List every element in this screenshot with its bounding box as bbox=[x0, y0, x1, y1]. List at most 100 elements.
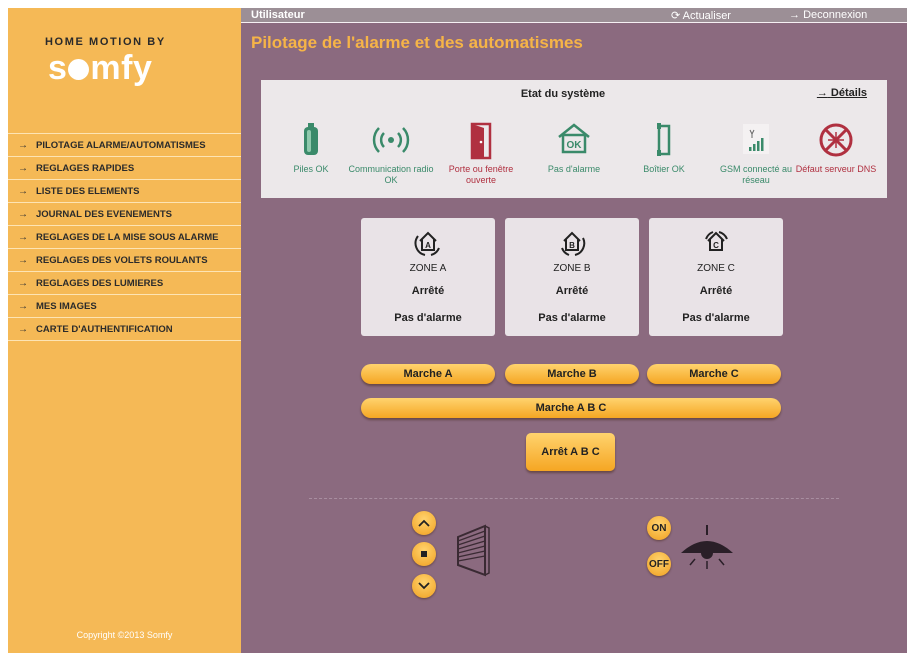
sidebar-item-mise-sous-alarme[interactable]: → REGLAGES DE LA MISE SOUS ALARME bbox=[8, 226, 241, 249]
sidebar-item-label: REGLAGES RAPIDES bbox=[36, 162, 135, 174]
arret-abc-button[interactable]: Arrêt A B C bbox=[526, 433, 615, 471]
zone-name: ZONE A bbox=[409, 263, 447, 274]
details-link[interactable]: → Détails bbox=[817, 87, 867, 99]
rolling-shutter-icon bbox=[457, 524, 490, 577]
arrow-right-icon: → bbox=[18, 277, 28, 289]
somfy-logo: s mfy bbox=[48, 48, 152, 88]
marche-c-button[interactable]: Marche C bbox=[647, 364, 781, 384]
status-label: Communication radio OK bbox=[348, 164, 434, 185]
server-error-icon bbox=[819, 123, 853, 157]
brand-tagline: HOME MOTION BY bbox=[45, 36, 166, 48]
zone-b-icon: B bbox=[561, 231, 586, 256]
sidebar-item-lumieres[interactable]: → REGLAGES DES LUMIERES bbox=[8, 272, 241, 295]
sidebar-item-reglages-rapides[interactable]: → REGLAGES RAPIDES bbox=[8, 157, 241, 180]
zone-alarm-status: Pas d'alarme bbox=[538, 312, 606, 324]
logo-o-icon bbox=[68, 59, 90, 80]
details-label: Détails bbox=[830, 87, 867, 99]
page-title: Pilotage de l'alarme et des automatismes bbox=[251, 33, 583, 52]
sidebar: HOME MOTION BY s mfy → PILOTAGE ALARME/AUT… bbox=[8, 8, 241, 653]
battery-icon bbox=[304, 123, 318, 155]
sidebar-item-label: JOURNAL DES EVENEMENTS bbox=[36, 208, 173, 220]
arrow-right-icon: → bbox=[816, 87, 828, 99]
arrow-right-icon: → bbox=[18, 185, 28, 197]
radio-waves-icon bbox=[372, 127, 410, 153]
zone-name: ZONE B bbox=[553, 263, 591, 274]
sidebar-menu: → PILOTAGE ALARME/AUTOMATISMES → REGLAGES … bbox=[8, 133, 241, 341]
status-label: Porte ou fenêtre ouverte bbox=[448, 164, 514, 185]
zone-card-b: B ZONE B Arrêté Pas d'alarme bbox=[505, 218, 639, 336]
sidebar-item-liste-elements[interactable]: → LISTE DES ELEMENTS bbox=[8, 180, 241, 203]
sidebar-item-carte[interactable]: → CARTE D'AUTHENTIFICATION bbox=[8, 318, 241, 341]
house-ok-icon: OK bbox=[558, 123, 590, 154]
status-item-radio: Communication radio OK bbox=[346, 122, 436, 186]
status-item-door: Porte ou fenêtre ouverte bbox=[436, 122, 526, 186]
marche-b-button[interactable]: Marche B bbox=[505, 364, 639, 384]
zone-card-a: A ZONE A Arrêté Pas d'alarme bbox=[361, 218, 495, 336]
status-item-battery: Piles OK bbox=[266, 122, 356, 175]
zone-state: Arrêté bbox=[555, 285, 589, 297]
zone-alarm-status: Pas d'alarme bbox=[682, 312, 750, 324]
chevron-down-icon bbox=[418, 582, 430, 590]
svg-text:OK: OK bbox=[567, 140, 583, 151]
refresh-link[interactable]: ⟳ Actualiser bbox=[671, 9, 731, 22]
status-title: Etat du système bbox=[520, 88, 606, 100]
top-bar: Utilisateur ⟳ Actualiser → Deconnexion bbox=[241, 8, 907, 23]
zone-alarm-status: Pas d'alarme bbox=[394, 312, 462, 324]
arrow-right-icon: → bbox=[18, 208, 28, 220]
sidebar-item-label: REGLAGES DES LUMIERES bbox=[36, 277, 164, 289]
marche-a-button[interactable]: Marche A bbox=[361, 364, 495, 384]
zone-state: Arrêté bbox=[699, 285, 733, 297]
status-label: GSM connecté au réseau bbox=[719, 164, 793, 185]
arrow-right-icon: → bbox=[789, 9, 800, 21]
status-label: Défaut serveur DNS bbox=[795, 164, 877, 174]
shutter-down-button[interactable] bbox=[412, 574, 436, 598]
chevron-up-icon bbox=[418, 519, 430, 527]
status-item-gsm: GSM connecté au réseau bbox=[711, 122, 801, 186]
box-icon bbox=[657, 123, 671, 156]
ceiling-lamp-icon bbox=[681, 525, 733, 569]
system-status-panel: Etat du système → Détails Piles OK Commu… bbox=[261, 80, 887, 198]
shutter-up-button[interactable] bbox=[412, 511, 436, 535]
sidebar-item-label: LISTE DES ELEMENTS bbox=[36, 185, 140, 197]
zone-name: ZONE C bbox=[697, 263, 735, 274]
refresh-icon: ⟳ bbox=[671, 10, 681, 22]
status-item-dns: Défaut serveur DNS bbox=[791, 122, 881, 175]
open-door-icon bbox=[470, 122, 492, 160]
sidebar-item-label: CARTE D'AUTHENTIFICATION bbox=[36, 323, 173, 335]
light-on-button[interactable]: ON bbox=[647, 516, 671, 540]
marche-abc-button[interactable]: Marche A B C bbox=[361, 398, 781, 418]
main-content: Utilisateur ⟳ Actualiser → Deconnexion P… bbox=[241, 8, 907, 653]
sidebar-item-label: REGLAGES DE LA MISE SOUS ALARME bbox=[36, 231, 219, 243]
sidebar-item-pilotage[interactable]: → PILOTAGE ALARME/AUTOMATISMES bbox=[8, 134, 241, 157]
status-label: Pas d'alarme bbox=[547, 164, 601, 174]
sidebar-item-volets[interactable]: → REGLAGES DES VOLETS ROULANTS bbox=[8, 249, 241, 272]
status-label: Piles OK bbox=[293, 164, 329, 174]
sidebar-item-label: MES IMAGES bbox=[36, 300, 97, 312]
arrow-right-icon: → bbox=[18, 231, 28, 243]
zone-state: Arrêté bbox=[411, 285, 445, 297]
arrow-right-icon: → bbox=[18, 162, 28, 174]
arrow-right-icon: → bbox=[18, 300, 28, 312]
status-label: Boîtier OK bbox=[643, 164, 685, 174]
status-item-box: Boîtier OK bbox=[619, 122, 709, 175]
gsm-signal-icon bbox=[743, 124, 769, 154]
logo-text-end: mfy bbox=[90, 49, 153, 87]
arrow-right-icon: → bbox=[18, 139, 28, 151]
zone-letter: B bbox=[569, 241, 575, 250]
arrow-right-icon: → bbox=[18, 323, 28, 335]
sidebar-item-journal[interactable]: → JOURNAL DES EVENEMENTS bbox=[8, 203, 241, 226]
sidebar-item-images[interactable]: → MES IMAGES bbox=[8, 295, 241, 318]
light-off-button[interactable]: OFF bbox=[647, 552, 671, 576]
status-item-house: OK Pas d'alarme bbox=[529, 122, 619, 175]
stop-icon bbox=[421, 551, 427, 557]
shutter-stop-button[interactable] bbox=[412, 542, 436, 566]
sidebar-item-label: REGLAGES DES VOLETS ROULANTS bbox=[36, 254, 208, 266]
user-label: Utilisateur bbox=[251, 9, 305, 21]
zone-c-icon: C bbox=[705, 231, 728, 251]
zone-letter: A bbox=[425, 241, 431, 250]
logout-link[interactable]: → Deconnexion bbox=[789, 9, 867, 21]
zone-letter: C bbox=[713, 241, 719, 250]
logo-text-start: s bbox=[48, 49, 68, 87]
logout-label: Deconnexion bbox=[803, 9, 868, 21]
arrow-right-icon: → bbox=[18, 254, 28, 266]
